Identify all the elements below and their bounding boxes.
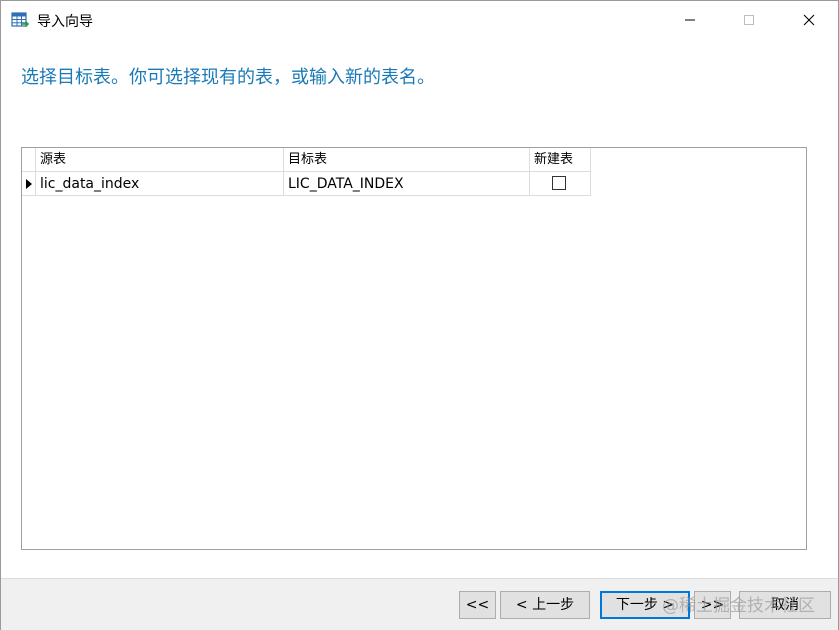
close-button[interactable]: [780, 1, 838, 38]
target-table-cell[interactable]: LIC_DATA_INDEX: [284, 172, 530, 196]
wizard-step-heading: 选择目标表。你可选择现有的表，或输入新的表名。: [21, 67, 435, 88]
minimize-icon: [685, 19, 695, 20]
minimize-button[interactable]: [661, 1, 719, 38]
close-icon: [803, 14, 815, 25]
first-step-button[interactable]: <<: [459, 591, 496, 619]
column-header-new-table[interactable]: 新建表: [530, 148, 591, 172]
import-wizard-window: 导入向导 选择目标表。你可选择现有的表，或输入新的表名。 源表 目标表 新建表 …: [0, 0, 839, 630]
source-table-cell[interactable]: lic_data_index: [36, 172, 284, 196]
maximize-icon: [744, 14, 754, 25]
previous-step-button[interactable]: < 上一步: [500, 591, 590, 619]
column-header-source[interactable]: 源表: [36, 148, 284, 172]
current-row-arrow-icon: [26, 179, 32, 189]
row-header-corner: [22, 148, 36, 172]
column-header-target[interactable]: 目标表: [284, 148, 530, 172]
row-indicator: [22, 172, 36, 196]
new-table-cell: [530, 172, 591, 196]
new-table-checkbox[interactable]: [552, 176, 566, 190]
watermark: @稀土掘金技术社区: [662, 596, 815, 616]
table-mapping-grid: 源表 目标表 新建表 lic_data_index LIC_DATA_INDEX: [21, 147, 807, 550]
table-import-icon: [11, 12, 29, 28]
wizard-footer: << < 上一步 下一步 > >> 取消 @稀土掘金技术社区: [1, 578, 838, 630]
maximize-button[interactable]: [720, 1, 778, 38]
window-title: 导入向导: [37, 14, 93, 30]
title-bar: 导入向导: [1, 1, 838, 38]
